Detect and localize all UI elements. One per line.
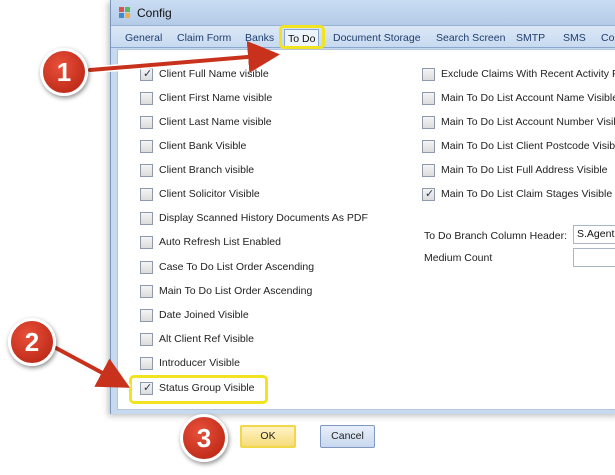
callout-2: 2	[8, 318, 56, 366]
callout-3: 3	[180, 414, 228, 462]
arrow-one	[88, 41, 280, 73]
arrow-two	[54, 346, 131, 388]
callout-arrows	[52, 41, 280, 390]
callout-1: 1	[40, 48, 88, 96]
